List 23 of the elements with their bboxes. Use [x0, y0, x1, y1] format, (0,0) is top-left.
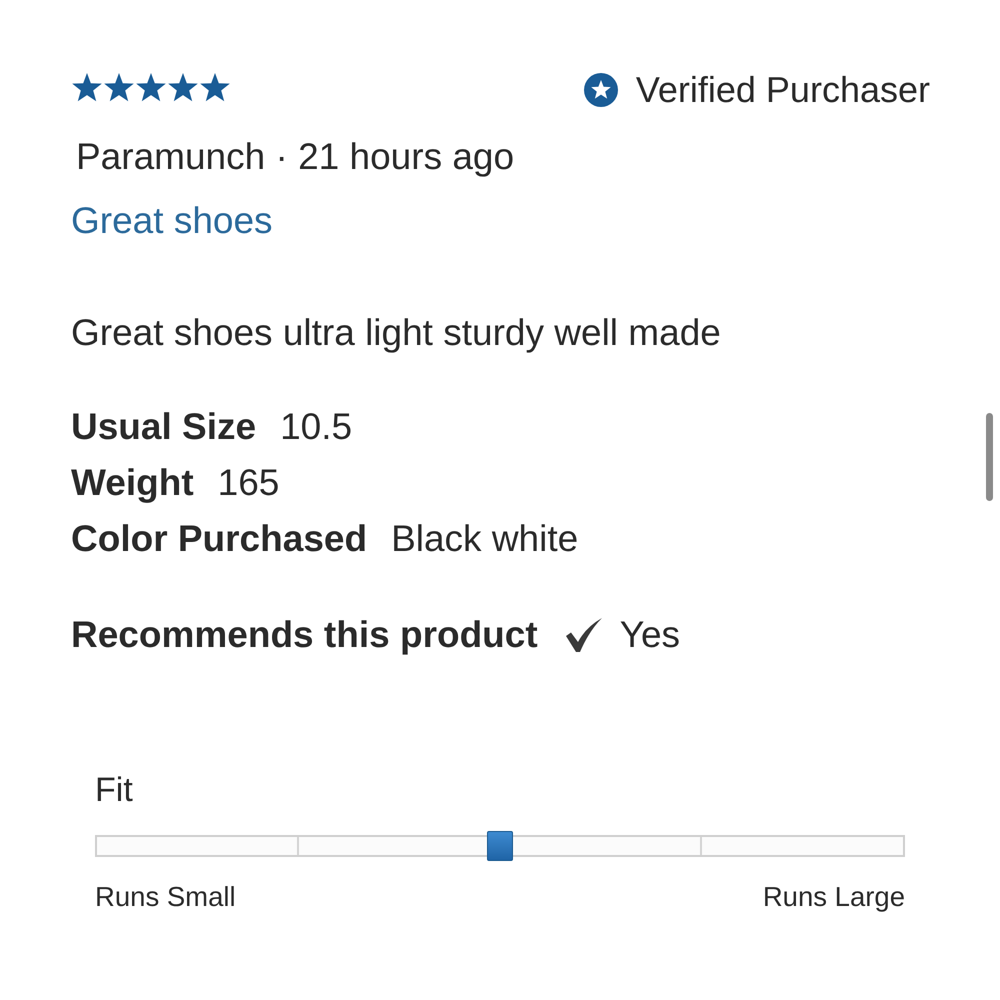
detail-value: 10.5: [280, 407, 352, 447]
slider-thumb[interactable]: [487, 831, 513, 861]
detail-label: Usual Size: [71, 407, 256, 447]
review-title: Great shoes: [71, 201, 274, 241]
scrollbar-thumb[interactable]: [986, 413, 993, 501]
recommends-answer: Yes: [620, 615, 680, 655]
fit-label: Fit: [95, 770, 134, 810]
review-text: Great shoes ultra light sturdy well made: [71, 313, 722, 353]
star-icon: [167, 72, 199, 102]
detail-value: 165: [218, 463, 280, 503]
star-badge-icon: [584, 73, 618, 107]
runs-large-label: Runs Large: [762, 881, 905, 913]
detail-label: Weight: [71, 463, 194, 503]
star-icon: [71, 72, 103, 102]
detail-label: Color Purchased: [71, 519, 368, 559]
runs-small-label: Runs Small: [95, 881, 236, 913]
star-icon: [135, 72, 167, 102]
verified-purchaser-label: Verified Purchaser: [636, 70, 930, 110]
star-icon: [103, 72, 135, 102]
recommends-label: Recommends this product: [71, 615, 538, 655]
detail-value: Black white: [391, 519, 578, 559]
star-icon: [199, 72, 231, 102]
review-byline: Paramunch · 21 hours ago: [76, 137, 516, 177]
